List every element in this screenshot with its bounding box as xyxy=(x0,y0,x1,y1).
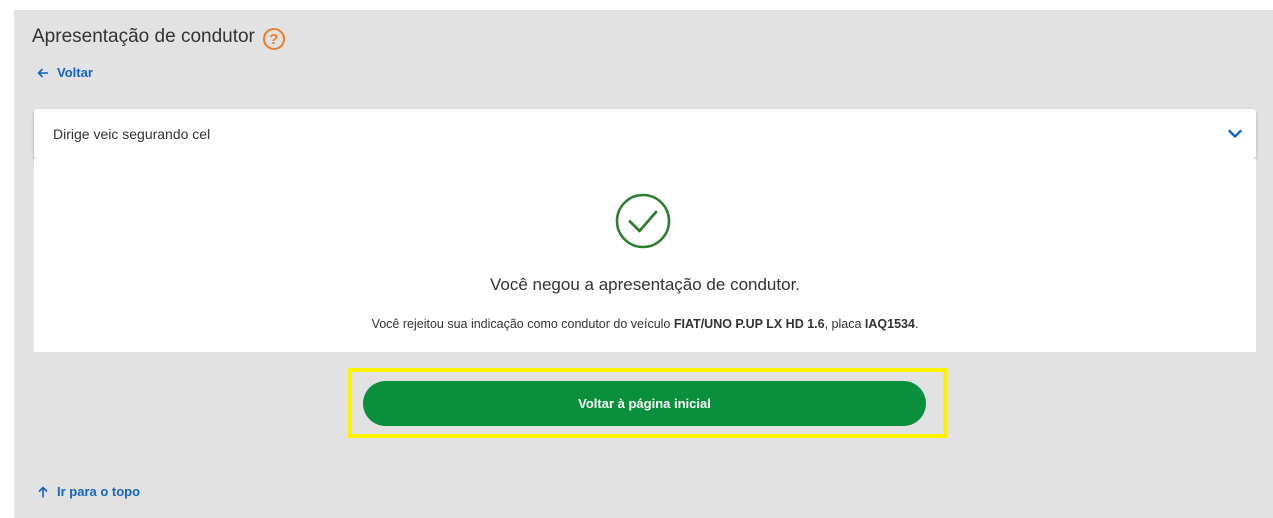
back-link-label: Voltar xyxy=(57,65,93,80)
chevron-down-icon[interactable] xyxy=(1228,129,1242,139)
back-to-top-label: Ir para o topo xyxy=(57,484,141,499)
result-detail-prefix: Você rejeitou sua indicação como conduto… xyxy=(371,317,674,331)
page-title-text: Apresentação de condutor xyxy=(32,26,255,47)
arrow-up-icon xyxy=(38,485,48,497)
main-panel: Apresentação de condutor ? Voltar Dirige… xyxy=(14,10,1273,518)
back-link[interactable]: Voltar xyxy=(37,65,93,80)
arrow-left-icon xyxy=(37,67,48,78)
accordion-title: Dirige veic segurando cel xyxy=(53,126,211,142)
page-title: Apresentação de condutor ? xyxy=(32,24,285,50)
back-to-home-button[interactable]: Voltar à página inicial xyxy=(363,381,926,426)
back-to-top-link[interactable]: Ir para o topo xyxy=(37,484,140,499)
help-icon[interactable]: ? xyxy=(262,28,285,50)
result-heading: Você negou a apresentação de condutor. xyxy=(489,275,801,294)
check-circle-icon xyxy=(615,193,671,249)
vehicle-model: FIAT/UNO P.UP LX HD 1.6 xyxy=(673,317,825,331)
vehicle-plate: IAQ1534 xyxy=(864,317,915,331)
result-detail-suffix: . xyxy=(914,317,919,331)
result-detail-middle: , placa xyxy=(824,317,865,331)
result-detail: Você rejeitou sua indicação como conduto… xyxy=(34,317,1256,331)
result-card: Você negou a apresentação de condutor. V… xyxy=(34,159,1256,352)
infraction-accordion-header[interactable]: Dirige veic segurando cel xyxy=(34,109,1256,159)
